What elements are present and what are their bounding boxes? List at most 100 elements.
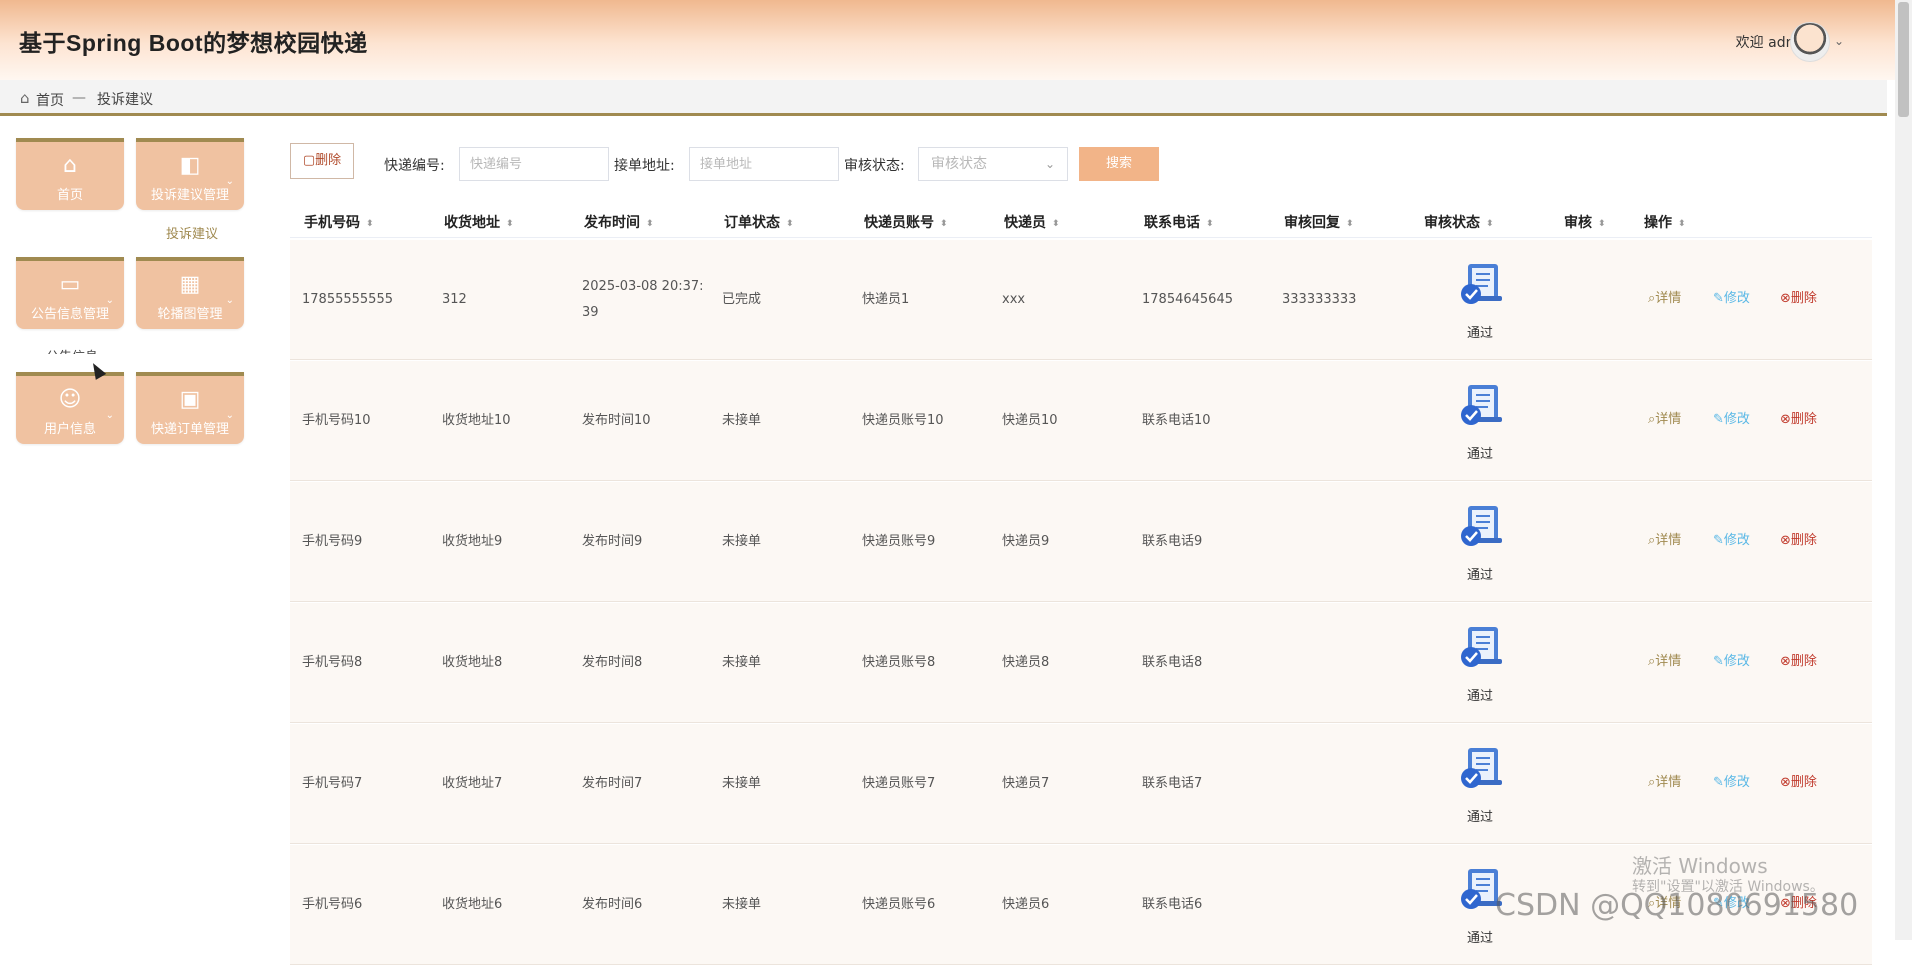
sort-icon[interactable]: ⬍ [1486, 219, 1494, 229]
cell-courier: 快递员10 [1002, 413, 1058, 428]
briefcase-icon: ▣ [179, 387, 201, 412]
search-button[interactable]: 搜索 [1079, 147, 1159, 181]
detail-button[interactable]: ⌕详情 [1648, 771, 1681, 790]
close-circle-icon: ⊗ [1780, 775, 1791, 790]
express-number-input[interactable] [459, 147, 609, 181]
delete-button[interactable]: ⊗删除 [1780, 771, 1817, 790]
detail-button[interactable]: ⌕详情 [1648, 408, 1681, 427]
csdn-watermark: CSDN @QQ1080691580 [1495, 888, 1859, 923]
column-header[interactable]: 审核 ⬍ [1564, 212, 1606, 232]
sort-icon[interactable]: ⬍ [1598, 219, 1606, 229]
sort-icon[interactable]: ⬍ [1052, 219, 1060, 229]
sort-icon[interactable]: ⬍ [1346, 219, 1354, 229]
column-header[interactable]: 订单状态 ⬍ [724, 212, 794, 232]
panel-icon: ◧ [179, 153, 201, 178]
cell-time: 发布时间7 [582, 776, 643, 791]
column-header[interactable]: 收货地址 ⬍ [444, 212, 514, 232]
cell-status: 未接单 [722, 897, 762, 912]
edit-button[interactable]: ✎修改 [1713, 650, 1750, 669]
audit-document-icon [1458, 262, 1506, 306]
cell-status: 未接单 [722, 413, 762, 428]
edit-button[interactable]: ✎修改 [1713, 287, 1750, 306]
audit-document-icon [1458, 504, 1506, 548]
cell-courier: xxx [1002, 292, 1026, 307]
cell-phone: 手机号码7 [302, 776, 363, 791]
sort-icon[interactable]: ⬍ [786, 219, 794, 229]
table-header: 手机号码 ⬍ 收货地址 ⬍ 发布时间 ⬍ 订单状态 ⬍ 快递员账号 ⬍ 快递员 ⬍ 联系电话 ⬍ 审核回复 ⬍… [290, 202, 1872, 238]
audit-status-select[interactable]: 审核状态 ⌄ [918, 147, 1068, 181]
sort-icon[interactable]: ⬍ [1678, 219, 1686, 229]
sidebar-subitem-notice[interactable]: 公告信息 [46, 346, 98, 354]
audit-document-icon [1458, 625, 1506, 669]
cell-contact: 联系电话8 [1142, 655, 1203, 670]
audit-status-badge: 通过 [1467, 810, 1494, 825]
sort-icon[interactable]: ⬍ [646, 219, 654, 229]
breadcrumb: ⌂ 首页 — 投诉建议 [0, 80, 1887, 116]
delete-button[interactable]: ⊗删除 [1780, 408, 1817, 427]
delete-button[interactable]: ⊗删除 [1780, 650, 1817, 669]
cell-contact: 联系电话10 [1142, 413, 1211, 428]
sort-icon[interactable]: ⬍ [366, 219, 374, 229]
scrollbar-thumb[interactable] [1898, 2, 1909, 117]
notice-icon: ▭ [59, 272, 81, 297]
chevron-down-icon: ⌄ [1044, 157, 1055, 171]
audit-document-icon [1458, 746, 1506, 790]
delete-button[interactable]: ⊗删除 [1780, 529, 1817, 548]
sidebar-tile-label: 首页 [56, 188, 83, 203]
breadcrumb-current: 投诉建议 [97, 92, 153, 108]
avatar[interactable] [1790, 22, 1830, 62]
cell-address: 收货地址6 [442, 897, 503, 912]
express-number-label: 快递编号: [384, 158, 445, 174]
pickup-address-input[interactable] [689, 147, 839, 181]
sidebar-tile[interactable]: ▦ 轮播图管理 ⌄ [136, 257, 244, 329]
sidebar-tile[interactable]: ▭ 公告信息管理 ⌄ [16, 257, 124, 329]
detail-button[interactable]: ⌕详情 [1648, 287, 1681, 306]
column-header[interactable]: 审核状态 ⬍ [1424, 212, 1494, 232]
sidebar-tile[interactable]: ▣ 快递订单管理 ⌄ [136, 372, 244, 444]
sort-icon[interactable]: ⬍ [940, 219, 948, 229]
cell-courier: 快递员9 [1002, 534, 1050, 549]
sidebar-tile[interactable]: ◧ 投诉建议管理 ⌄ [136, 138, 244, 210]
edit-button[interactable]: ✎修改 [1713, 771, 1750, 790]
chevron-down-icon: ⌄ [105, 295, 114, 306]
edit-button[interactable]: ✎修改 [1713, 529, 1750, 548]
trash-icon: ▢ [302, 153, 316, 168]
delete-button[interactable]: ⊗删除 [1780, 287, 1817, 306]
column-header[interactable]: 发布时间 ⬍ [584, 212, 654, 232]
audit-status-badge: 通过 [1467, 326, 1494, 341]
sidebar-tile[interactable]: ⌂ 首页 [16, 138, 124, 210]
close-circle-icon: ⊗ [1780, 533, 1791, 548]
cell-time: 发布时间9 [582, 534, 643, 549]
edit-button[interactable]: ✎修改 [1713, 408, 1750, 427]
breadcrumb-home[interactable]: 首页 [36, 90, 64, 110]
cell-address: 收货地址8 [442, 655, 503, 670]
chevron-down-icon[interactable]: ⌄ [1834, 34, 1844, 48]
cell-courier: 快递员8 [1002, 655, 1050, 670]
audit-status-badge: 通过 [1467, 447, 1494, 462]
home-icon[interactable]: ⌂ [20, 89, 30, 107]
page-scrollbar[interactable] [1895, 0, 1912, 940]
cell-phone: 17855555555 [302, 292, 393, 307]
column-header[interactable]: 快递员账号 ⬍ [864, 212, 948, 232]
batch-delete-button[interactable]: ▢删除 [290, 143, 354, 179]
detail-button[interactable]: ⌕详情 [1648, 529, 1681, 548]
column-header[interactable]: 快递员 ⬍ [1004, 212, 1060, 232]
column-header[interactable]: 审核回复 ⬍ [1284, 212, 1354, 232]
column-header[interactable]: 操作 ⬍ [1644, 212, 1686, 232]
cell-contact: 17854645645 [1142, 292, 1233, 307]
sidebar-subitem-complaints[interactable]: 投诉建议 [166, 223, 218, 242]
cell-time: 发布时间6 [582, 897, 643, 912]
cell-status: 已完成 [722, 292, 762, 307]
cell-status: 未接单 [722, 776, 762, 791]
chevron-down-icon: ⌄ [225, 295, 234, 306]
column-header[interactable]: 联系电话 ⬍ [1144, 212, 1214, 232]
sort-icon[interactable]: ⬍ [506, 219, 514, 229]
cell-contact: 联系电话7 [1142, 776, 1203, 791]
table-row: 手机号码10 收货地址10 发布时间10 未接单 快递员账号10 快递员10 联系电话10 通… [290, 361, 1872, 481]
cell-phone: 手机号码8 [302, 655, 363, 670]
sidebar-tile[interactable]: ☺ 用户信息 ⌄ [16, 372, 124, 444]
detail-button[interactable]: ⌕详情 [1648, 650, 1681, 669]
sort-icon[interactable]: ⬍ [1206, 219, 1214, 229]
column-header[interactable]: 手机号码 ⬍ [304, 212, 374, 232]
chevron-down-icon: ⌄ [105, 410, 114, 421]
